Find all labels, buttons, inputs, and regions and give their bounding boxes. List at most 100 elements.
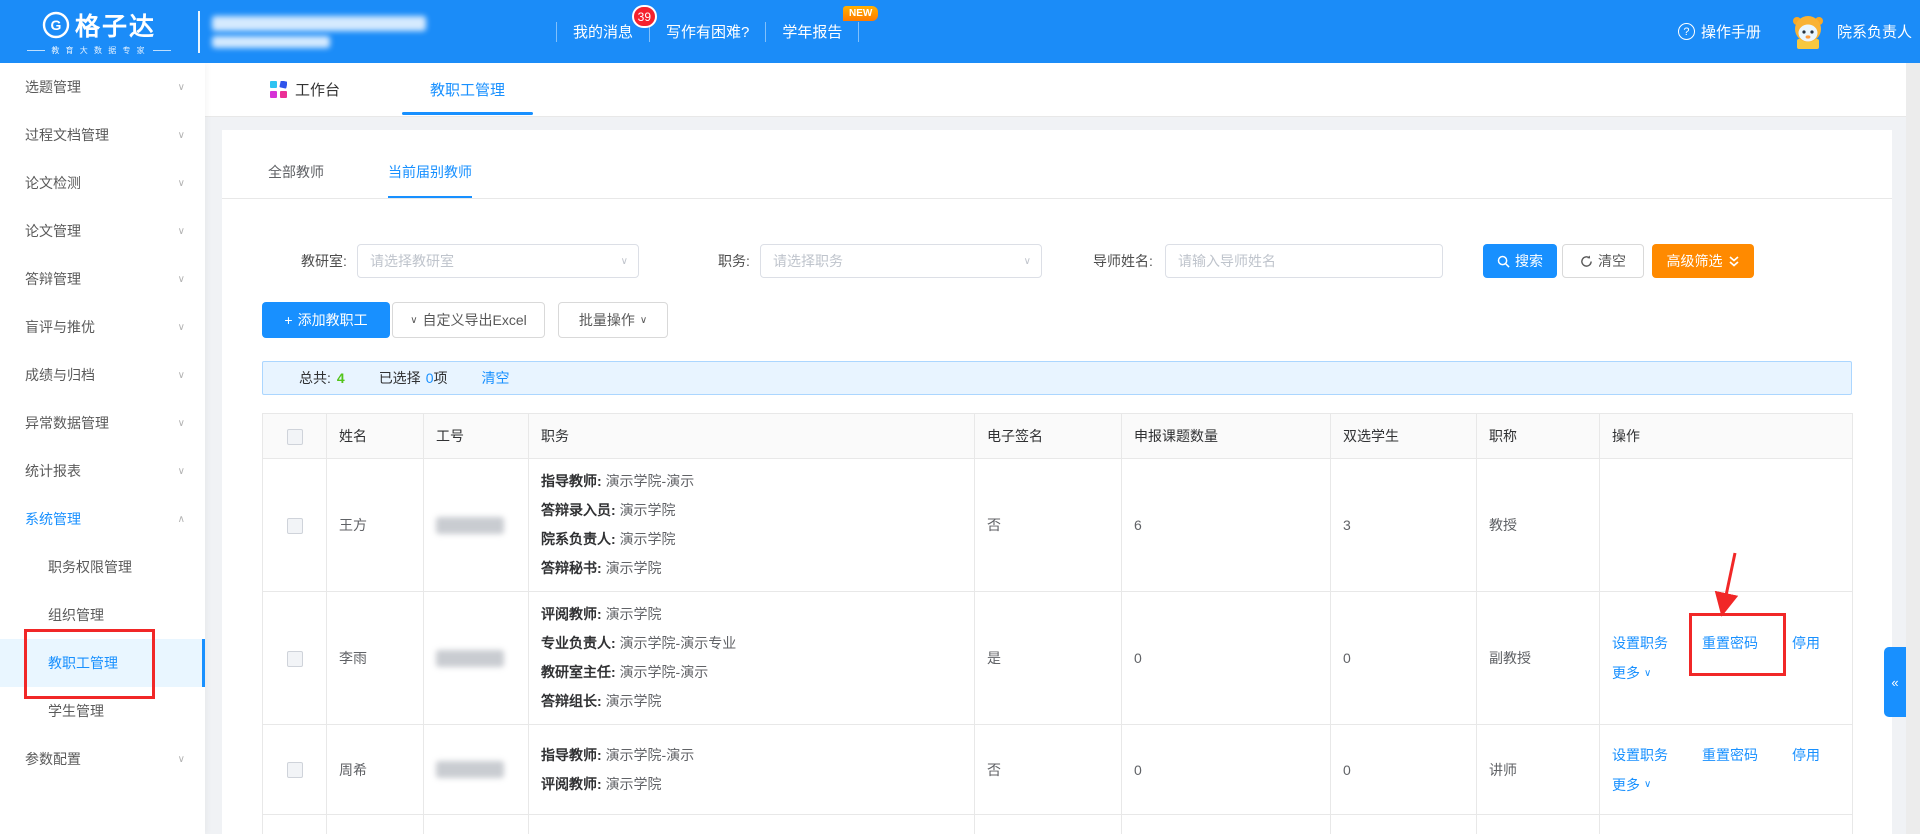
cell-topic-count: 0: [1122, 592, 1331, 725]
col-title: 职称: [1477, 414, 1600, 459]
clear-selection-link[interactable]: 清空: [481, 368, 509, 388]
manual-link[interactable]: ? 操作手册: [1678, 21, 1761, 42]
nav-annual-report[interactable]: 学年报告 NEW: [782, 21, 842, 42]
more-actions-link[interactable]: 更多 ∨: [1612, 775, 1840, 795]
content-card: 全部教师 当前届别教师 教研室: 请选择教研室 ∨ 职务: 请选择职务 ∨ 导师…: [222, 130, 1892, 834]
teacher-subtabs: 全部教师 当前届别教师: [222, 130, 1892, 199]
cell-esign: 否: [975, 725, 1122, 815]
office-select[interactable]: 请选择教研室 ∨: [357, 244, 639, 278]
more-actions-link[interactable]: 更多 ∨: [1612, 663, 1840, 683]
nav-writing-help-label: 写作有困难?: [666, 24, 749, 41]
office-filter-label: 教研室:: [301, 244, 347, 278]
office-select-placeholder: 请选择教研室: [370, 251, 621, 271]
duty-line: 评阅教师: 演示学院: [541, 770, 962, 799]
search-button[interactable]: 搜索: [1483, 244, 1557, 278]
sidebar-item-statistics[interactable]: 统计报表∨: [0, 447, 205, 495]
sidebar-item-grades-archive[interactable]: 成绩与归档∨: [0, 351, 205, 399]
brand-name: 格子达: [75, 7, 156, 43]
sidebar-item-process-doc-mgmt[interactable]: 过程文档管理∨: [0, 111, 205, 159]
sidebar-item-paper-check[interactable]: 论文检测∨: [0, 159, 205, 207]
cell-title: 副教授: [1477, 592, 1600, 725]
select-all-checkbox[interactable]: [287, 429, 303, 445]
tutor-name-input[interactable]: [1165, 244, 1443, 278]
brand-tagline: 教 育 大 数 据 专 家: [27, 45, 170, 56]
double-chevron-down-icon: [1728, 255, 1740, 268]
selected-unit: 项: [433, 368, 447, 388]
refresh-icon: [1580, 255, 1593, 268]
workbench-grid-icon: [270, 81, 287, 98]
collapse-panel-tab[interactable]: «: [1884, 647, 1906, 717]
nav-my-messages[interactable]: 我的消息 39: [573, 21, 633, 42]
chevron-down-icon: ∨: [1644, 779, 1651, 790]
sidebar-item-defense-mgmt[interactable]: 答辩管理∨: [0, 255, 205, 303]
clear-filters-label: 清空: [1598, 251, 1626, 271]
sidebar-item-org-mgmt[interactable]: 组织管理: [0, 591, 205, 639]
cell-topic-count: 0: [1122, 725, 1331, 815]
staff-table: 姓名 工号 职务 电子签名 申报课题数量 双选学生 职称 操作 王方: [262, 413, 1853, 834]
messages-count-badge: 39: [632, 5, 657, 28]
reset-password-link[interactable]: 重置密码: [1702, 633, 1758, 653]
sidebar-item-duty-permission-mgmt[interactable]: 职务权限管理: [0, 543, 205, 591]
duty-line: 专业负责人: 演示学院-演示专业: [541, 629, 962, 658]
set-duty-link[interactable]: 设置职务: [1612, 745, 1668, 765]
sidebar-item-paper-mgmt[interactable]: 论文管理∨: [0, 207, 205, 255]
sidebar-item-label: 系统管理: [25, 509, 81, 529]
sidebar-item-blind-review[interactable]: 盲评与推优∨: [0, 303, 205, 351]
chevron-down-icon: ∨: [178, 274, 185, 285]
tab-workbench[interactable]: 工作台: [270, 63, 340, 117]
duty-line: 教研室主任: 演示学院-演示: [541, 658, 962, 687]
chevron-down-icon: ∨: [621, 256, 628, 267]
duty-line: 指导教师: 演示学院-演示: [541, 741, 962, 770]
set-duty-link[interactable]: 设置职务: [1612, 633, 1668, 653]
header-right: ? 操作手册 院系负责人: [1678, 0, 1912, 63]
mascot-avatar[interactable]: [1789, 13, 1827, 51]
row-checkbox[interactable]: [287, 762, 303, 778]
nav-separator: [765, 22, 766, 42]
sidebar-item-topic-mgmt[interactable]: 选题管理∨: [0, 63, 205, 111]
sidebar-item-abnormal-data[interactable]: 异常数据管理 ∨: [0, 399, 205, 447]
duty-select[interactable]: 请选择职务 ∨: [760, 244, 1042, 278]
sidebar-item-label: 异常数据管理: [25, 413, 109, 433]
chevron-down-icon: ∨: [178, 418, 185, 429]
row-checkbox[interactable]: [287, 651, 303, 667]
duty-line: 答辩录入员: 演示学院: [541, 496, 962, 525]
sidebar-item-label: 参数配置: [25, 749, 81, 769]
manual-label: 操作手册: [1701, 21, 1761, 42]
sidebar-item-label: 统计报表: [25, 461, 81, 481]
sidebar-item-param-config[interactable]: 参数配置∨: [0, 735, 205, 783]
nav-writing-help[interactable]: 写作有困难?: [666, 21, 749, 42]
chevron-down-icon: ∨: [178, 226, 185, 237]
export-excel-button[interactable]: ∨ 自定义导出Excel: [392, 302, 545, 338]
clear-filters-button[interactable]: 清空: [1562, 244, 1644, 278]
add-staff-button[interactable]: + 添加教职工: [262, 302, 390, 338]
selection-summary-bar: 总共: 4 已选择 0 项 清空: [262, 361, 1852, 395]
sidebar-subitem-label: 组织管理: [48, 605, 104, 625]
sidebar-item-staff-mgmt[interactable]: 教职工管理: [0, 639, 205, 687]
cell-esign: 否: [975, 459, 1122, 592]
batch-actions-button[interactable]: 批量操作 ∨: [558, 302, 668, 338]
top-header: G 格子达 教 育 大 数 据 专 家 我的消息 39 写作有困难? 学年报告: [0, 0, 1920, 63]
col-esign: 电子签名: [975, 414, 1122, 459]
disable-link[interactable]: 停用: [1792, 633, 1820, 653]
cell-title: 教授: [1477, 459, 1600, 592]
user-role-label[interactable]: 院系负责人: [1837, 21, 1912, 42]
advanced-filter-button[interactable]: 高级筛选: [1652, 244, 1754, 278]
tab-staff-mgmt[interactable]: 教职工管理: [402, 63, 533, 117]
disable-link[interactable]: 停用: [1792, 745, 1820, 765]
cell-name: 周希: [327, 725, 424, 815]
tab-staff-mgmt-label: 教职工管理: [430, 79, 505, 100]
header-divider: [198, 11, 200, 53]
sidebar-item-student-mgmt[interactable]: 学生管理: [0, 687, 205, 735]
redacted-text-line: [212, 36, 330, 48]
subtab-current-term-teachers[interactable]: 当前届别教师: [388, 162, 472, 198]
subtab-all-teachers[interactable]: 全部教师: [268, 162, 324, 198]
reset-password-link[interactable]: 重置密码: [1702, 745, 1758, 765]
sidebar-item-label: 盲评与推优: [25, 317, 95, 337]
duty-select-placeholder: 请选择职务: [773, 251, 1024, 271]
cell-dual-students: 0: [1331, 592, 1477, 725]
table-row: 王方 指导教师: 演示学院-演示 答辩录入员: 演示学院 院系负责人: 演示学院…: [263, 459, 1853, 592]
question-circle-icon: ?: [1678, 23, 1695, 40]
row-checkbox[interactable]: [287, 518, 303, 534]
sidebar-item-system-mgmt[interactable]: 系统管理∧: [0, 495, 205, 543]
page-scrollbar[interactable]: [1906, 63, 1920, 834]
